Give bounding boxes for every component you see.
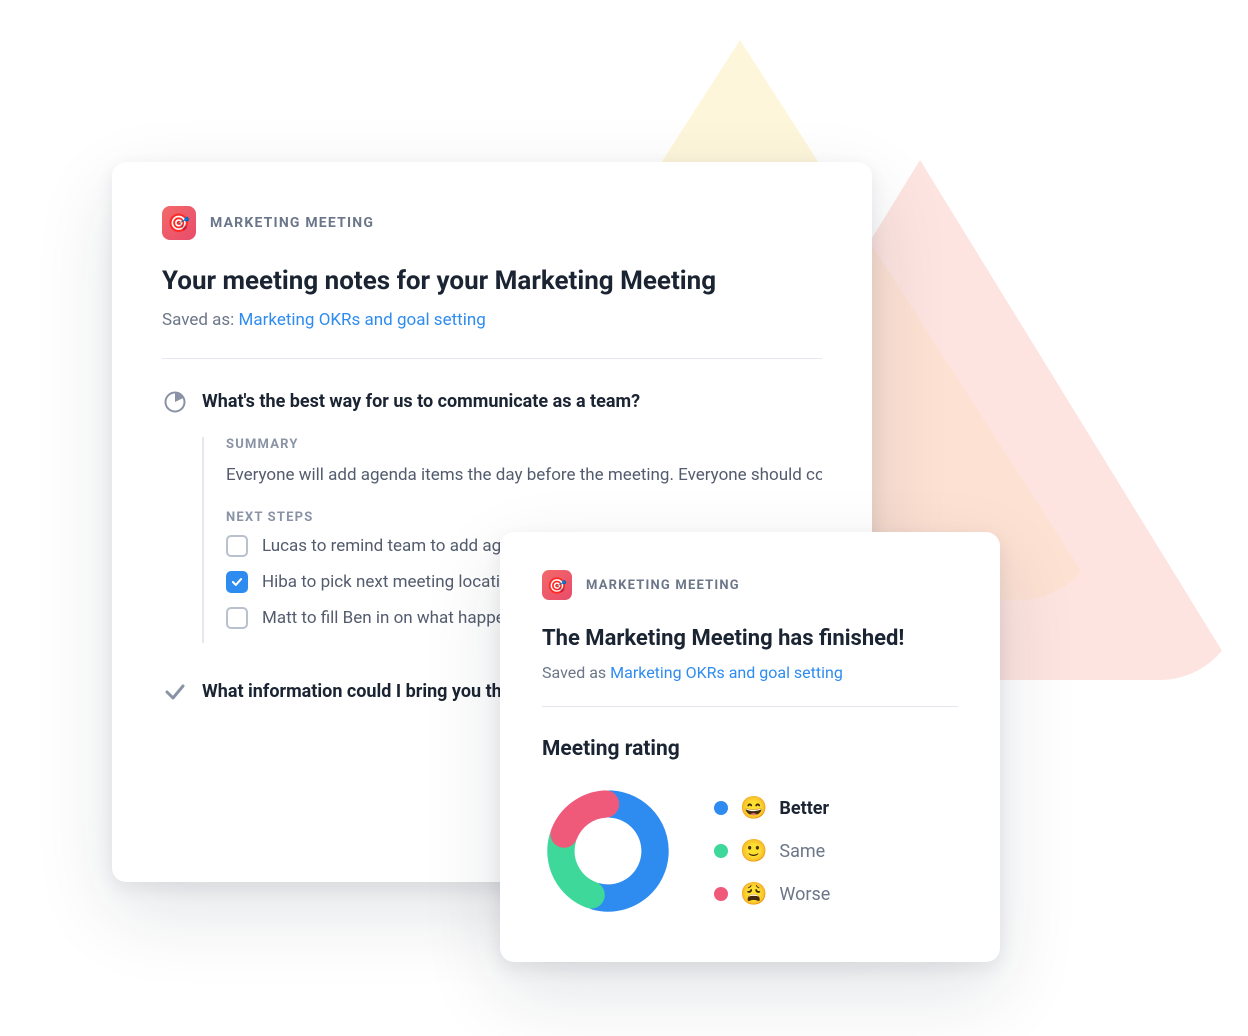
legend-color-dot [714, 887, 728, 901]
saved-as-link[interactable]: Marketing OKRs and goal setting [610, 663, 843, 682]
next-step-label: Hiba to pick next meeting location [262, 572, 519, 592]
card-title: Your meeting notes for your Marketing Me… [162, 266, 822, 296]
app-icon: 🎯 [162, 206, 196, 240]
donut-segment [564, 804, 605, 834]
next-steps-label: NEXT STEPS [226, 510, 822, 525]
checkbox[interactable] [226, 535, 248, 557]
next-step-label: Matt to fill Ben in on what happened [262, 608, 533, 628]
legend-label: Better [779, 798, 829, 819]
legend-item[interactable]: 😩 Worse [714, 882, 830, 907]
rating-legend: 😄 Better 🙂 Same 😩 Worse [714, 796, 830, 907]
legend-emoji-icon: 😩 [740, 882, 767, 907]
legend-label: Worse [779, 884, 830, 905]
topic-row: What's the best way for us to communicat… [162, 389, 822, 415]
target-emoji-icon: 🎯 [168, 213, 190, 234]
saved-as-prefix: Saved as: [162, 310, 239, 330]
divider [162, 358, 822, 359]
summary-label: SUMMARY [226, 437, 822, 452]
meeting-rating-card: 🎯 MARKETING MEETING The Marketing Meetin… [500, 532, 1000, 962]
saved-as-row: Saved as: Marketing OKRs and goal settin… [162, 310, 822, 330]
legend-item[interactable]: 🙂 Same [714, 839, 830, 864]
donut-segment [596, 804, 655, 898]
summary-text: Everyone will add agenda items the day b… [226, 462, 822, 488]
card-title: The Marketing Meeting has finished! [542, 626, 958, 651]
checkbox[interactable] [226, 607, 248, 629]
rating-body: 😄 Better 🙂 Same 😩 Worse [542, 785, 958, 917]
rating-donut-chart [542, 785, 674, 917]
legend-color-dot [714, 844, 728, 858]
saved-as-prefix: Saved as [542, 663, 610, 682]
topic-title: What's the best way for us to communicat… [202, 389, 640, 415]
clock-progress-icon [162, 389, 188, 415]
app-icon: 🎯 [542, 570, 572, 600]
app-label: MARKETING MEETING [586, 578, 740, 593]
card-header: 🎯 MARKETING MEETING [542, 570, 958, 600]
check-icon [162, 679, 188, 705]
legend-item[interactable]: 😄 Better [714, 796, 830, 821]
target-emoji-icon: 🎯 [547, 576, 567, 595]
checkbox[interactable] [226, 571, 248, 593]
app-label: MARKETING MEETING [210, 215, 374, 231]
saved-as-link[interactable]: Marketing OKRs and goal setting [239, 310, 486, 330]
saved-as-row: Saved as Marketing OKRs and goal setting [542, 663, 958, 682]
rating-section-title: Meeting rating [542, 737, 958, 761]
legend-emoji-icon: 🙂 [740, 839, 767, 864]
legend-label: Same [779, 841, 825, 862]
card-header: 🎯 MARKETING MEETING [162, 206, 822, 240]
legend-emoji-icon: 😄 [740, 796, 767, 821]
divider [542, 706, 958, 707]
legend-color-dot [714, 801, 728, 815]
